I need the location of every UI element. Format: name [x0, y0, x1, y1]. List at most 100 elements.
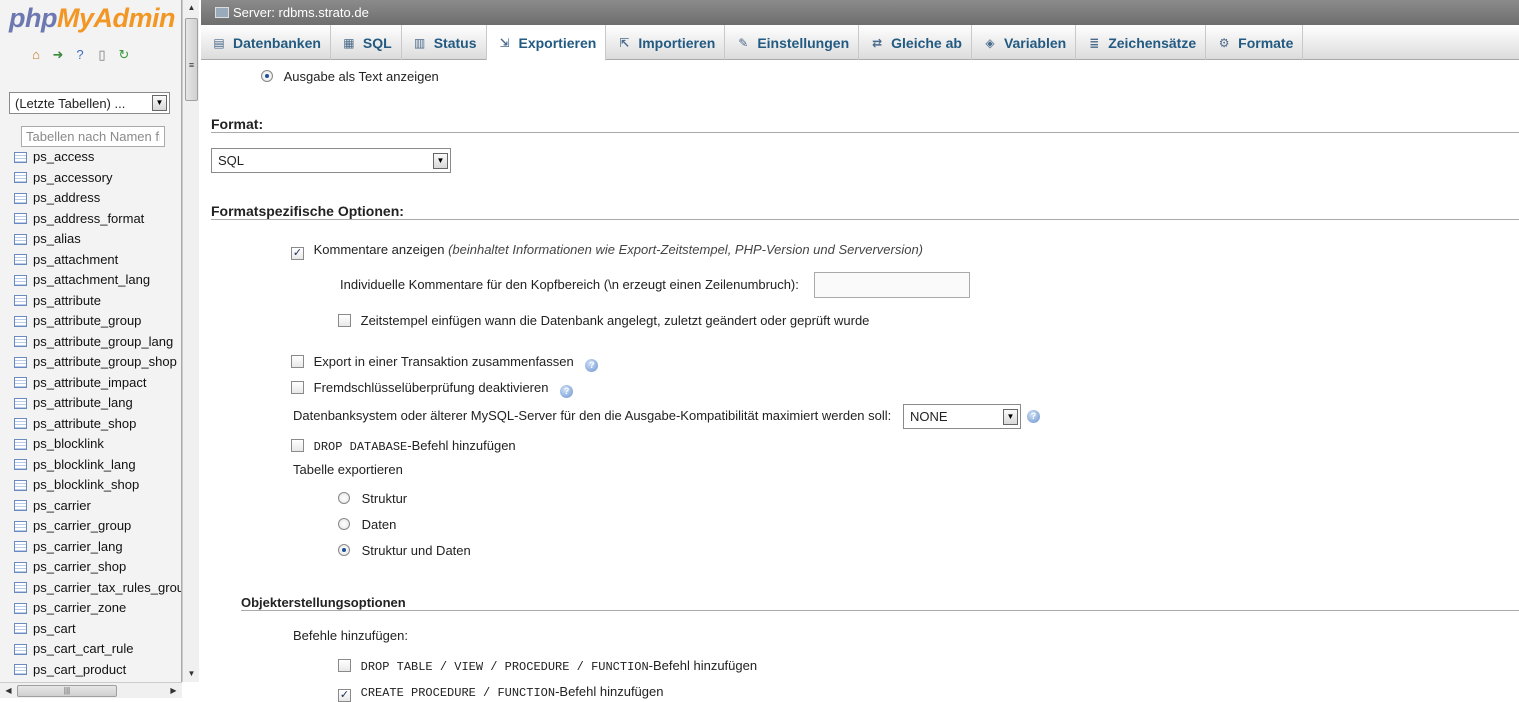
table-name[interactable]: ps_carrier_zone — [33, 598, 126, 619]
table-list-item[interactable]: ps_attachment — [14, 250, 181, 271]
drop-database-checkbox[interactable] — [291, 439, 304, 452]
table-icon[interactable] — [14, 602, 27, 614]
timestamp-checkbox[interactable] — [338, 314, 351, 327]
table-list-item[interactable]: ps_cart — [14, 619, 181, 640]
table-name[interactable]: ps_attribute — [33, 291, 101, 312]
table-name[interactable]: ps_carrier — [33, 496, 91, 517]
table-list-item[interactable]: ps_attribute_group_shop — [14, 352, 181, 373]
table-name[interactable]: ps_attachment — [33, 250, 118, 271]
table-list-item[interactable]: ps_address_format — [14, 209, 181, 230]
table-icon[interactable] — [14, 192, 27, 204]
table-name[interactable]: ps_attribute_group_shop — [33, 352, 177, 373]
table-icon[interactable] — [14, 397, 27, 409]
table-icon[interactable] — [14, 561, 27, 573]
table-name[interactable]: ps_attribute_impact — [33, 373, 146, 394]
table-name[interactable]: ps_cart_product — [33, 660, 126, 681]
table-list-item[interactable]: ps_carrier_lang — [14, 537, 181, 558]
create-procedure-option[interactable]: ✓ CREATE PROCEDURE / FUNCTION-Befehl hin… — [338, 684, 663, 702]
table-icon[interactable] — [14, 520, 27, 532]
tab-status[interactable]: ▥ Status — [402, 25, 487, 60]
structure-radio[interactable] — [338, 492, 350, 504]
table-list-item[interactable]: ps_attribute_shop — [14, 414, 181, 435]
table-list-item[interactable]: ps_alias — [14, 229, 181, 250]
output-as-text-option[interactable]: Ausgabe als Text anzeigen — [261, 69, 439, 84]
table-list-item[interactable]: ps_blocklink — [14, 434, 181, 455]
reload-icon[interactable]: ↻ — [116, 47, 132, 63]
timestamp-option[interactable]: Zeitstempel einfügen wann die Datenbank … — [338, 313, 869, 328]
comments-option[interactable]: ✓ Kommentare anzeigen (beinhaltet Inform… — [291, 242, 923, 260]
scroll-right-arrow-icon[interactable]: ▶ — [165, 683, 182, 699]
table-list-item[interactable]: ps_address — [14, 188, 181, 209]
scroll-left-arrow-icon[interactable]: ◀ — [0, 683, 17, 699]
docs-icon[interactable]: ▯ — [94, 47, 110, 63]
table-list-item[interactable]: ps_attribute_impact — [14, 373, 181, 394]
table-icon[interactable] — [14, 295, 27, 307]
table-name[interactable]: ps_accessory — [33, 168, 112, 189]
table-icon[interactable] — [14, 438, 27, 450]
tab-gleiche-ab[interactable]: ⇄ Gleiche ab — [859, 25, 972, 60]
chevron-down-icon[interactable]: ▼ — [433, 153, 448, 169]
table-icon[interactable] — [14, 664, 27, 676]
format-select[interactable]: SQL ▼ — [211, 148, 451, 173]
table-icon[interactable] — [14, 459, 27, 471]
table-list-item[interactable]: ps_blocklink_shop — [14, 475, 181, 496]
scroll-down-arrow-icon[interactable]: ▼ — [183, 666, 200, 682]
data-radio[interactable] — [338, 518, 350, 530]
tab-formate[interactable]: ⚙ Formate — [1206, 25, 1304, 60]
structure-and-data-option[interactable]: Struktur und Daten — [338, 543, 471, 558]
drop-table-option[interactable]: DROP TABLE / VIEW / PROCEDURE / FUNCTION… — [338, 658, 757, 674]
tab-einstellungen[interactable]: ✎ Einstellungen — [725, 25, 860, 60]
table-list-item[interactable]: ps_accessory — [14, 168, 181, 189]
table-name[interactable]: ps_address_format — [33, 209, 144, 230]
drop-table-checkbox[interactable] — [338, 659, 351, 672]
table-icon[interactable] — [14, 254, 27, 266]
table-list-item[interactable]: ps_attribute_lang — [14, 393, 181, 414]
table-name[interactable]: ps_cart_cart_rule — [33, 639, 133, 660]
table-list-item[interactable]: ps_carrier_group — [14, 516, 181, 537]
table-name[interactable]: ps_blocklink_lang — [33, 455, 136, 476]
phpmyadmin-logo[interactable]: phpMyAdmin — [9, 3, 175, 34]
table-list-item[interactable]: ps_blocklink_lang — [14, 455, 181, 476]
chevron-down-icon[interactable]: ▼ — [1003, 409, 1018, 425]
table-icon[interactable] — [14, 418, 27, 430]
table-name[interactable]: ps_attribute_group — [33, 311, 141, 332]
table-icon[interactable] — [14, 377, 27, 389]
table-icon[interactable] — [14, 623, 27, 635]
sidebar-vertical-scrollbar[interactable]: ▲ ≡ ▼ — [182, 0, 199, 682]
compatibility-select[interactable]: NONE ▼ — [903, 404, 1021, 429]
tab-sql[interactable]: ▦ SQL — [331, 25, 402, 60]
table-name[interactable]: ps_carrier_lang — [33, 537, 123, 558]
table-list-item[interactable]: ps_attribute_group — [14, 311, 181, 332]
table-name[interactable]: ps_attribute_lang — [33, 393, 133, 414]
table-name[interactable]: ps_blocklink_shop — [33, 475, 139, 496]
table-name[interactable]: ps_carrier_shop — [33, 557, 126, 578]
tab-variablen[interactable]: ◈ Variablen — [972, 25, 1077, 60]
structure-and-data-radio[interactable] — [338, 544, 350, 556]
table-icon[interactable] — [14, 643, 27, 655]
table-name[interactable]: ps_carrier_group — [33, 516, 131, 537]
table-icon[interactable] — [14, 172, 27, 184]
table-name[interactable]: ps_attribute_shop — [33, 414, 136, 435]
table-icon[interactable] — [14, 274, 27, 286]
tab-datenbanken[interactable]: ▤ Datenbanken — [201, 25, 331, 60]
fk-checks-checkbox[interactable] — [291, 381, 304, 394]
data-option[interactable]: Daten — [338, 517, 396, 532]
comments-checkbox[interactable]: ✓ — [291, 247, 304, 260]
table-list-item[interactable]: ps_attribute — [14, 291, 181, 312]
table-list-item[interactable]: ps_cart_product — [14, 660, 181, 681]
table-icon[interactable] — [14, 500, 27, 512]
transaction-checkbox[interactable] — [291, 355, 304, 368]
tab-exportieren[interactable]: ⇲ Exportieren — [486, 25, 607, 61]
table-icon[interactable] — [14, 213, 27, 225]
server-breadcrumb[interactable]: Server: rdbms.strato.de — [201, 0, 1519, 25]
table-name[interactable]: ps_address — [33, 188, 100, 209]
recent-tables-select[interactable]: (Letzte Tabellen) ... ▼ — [9, 92, 170, 114]
table-list-item[interactable]: ps_carrier_zone — [14, 598, 181, 619]
table-list-item[interactable]: ps_attachment_lang — [14, 270, 181, 291]
exit-icon[interactable]: ➜ — [50, 47, 66, 63]
output-as-text-radio[interactable] — [261, 70, 273, 82]
table-name[interactable]: ps_attachment_lang — [33, 270, 150, 291]
table-list-item[interactable]: ps_carrier_tax_rules_grou — [14, 578, 181, 599]
table-icon[interactable] — [14, 151, 27, 163]
sidebar-horizontal-scrollbar[interactable]: ◀ ||| ▶ — [0, 682, 182, 698]
